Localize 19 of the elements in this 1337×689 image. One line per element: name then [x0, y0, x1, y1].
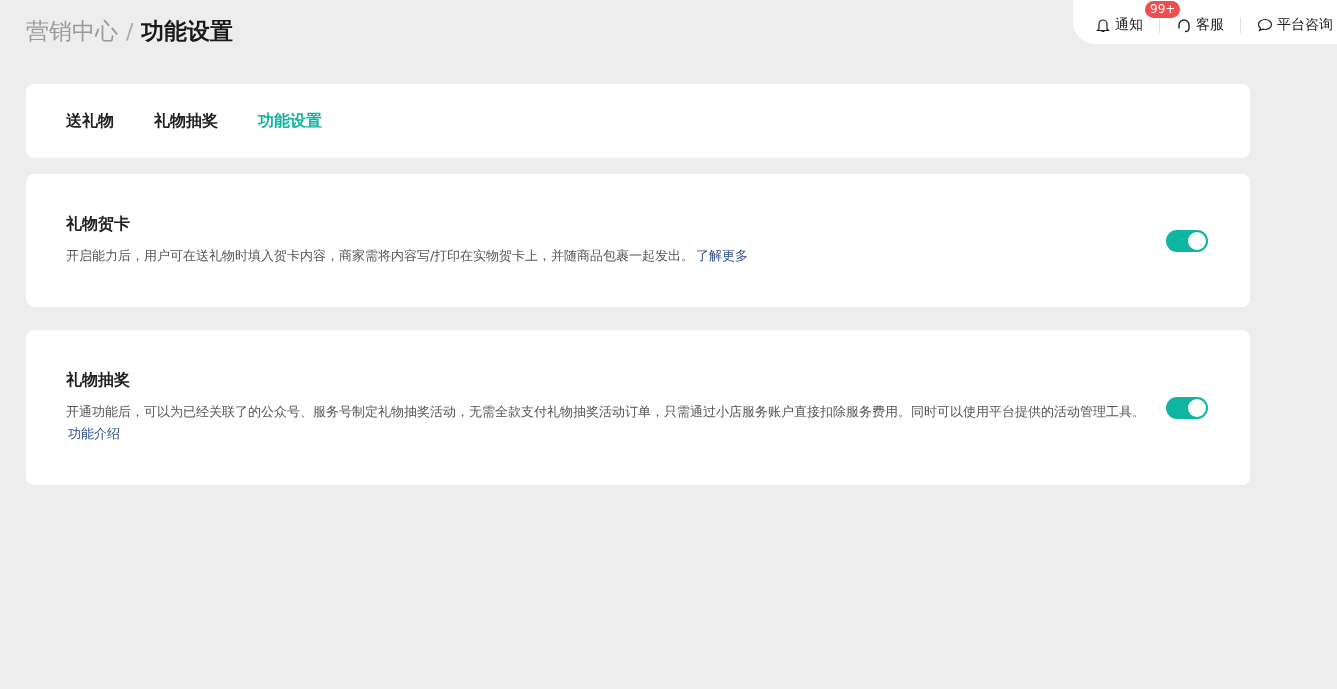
tab[interactable]: 送礼物	[66, 110, 114, 132]
page-title: 功能设置	[141, 17, 234, 46]
toggle-switch[interactable]	[1166, 229, 1208, 252]
tab[interactable]: 礼物抽奖	[154, 110, 218, 132]
setting-title: 礼物抽奖	[66, 370, 131, 391]
notification-count: 99+	[1145, 1, 1181, 18]
bell-icon	[1095, 17, 1111, 33]
header-action-notifications[interactable]: 通知	[1095, 16, 1143, 34]
toggle-switch[interactable]	[1166, 396, 1208, 419]
setting-description: 开通功能后，可以为已经关联了的公众号、服务号制定礼物抽奖活动，无需全款支付礼物抽奖活动订单，只需通过小店服务账户直接扣除服务费用。同时可以使用平台提供的活动管理工具。 功能介绍	[66, 403, 1146, 443]
link[interactable]: 功能介绍	[68, 426, 120, 441]
headset-icon	[1176, 17, 1192, 33]
header-action-customer-service[interactable]: 客服	[1176, 16, 1224, 34]
speech-bubble-icon	[1257, 17, 1273, 33]
setting-description: 开启能力后，用户可在送礼物时填入贺卡内容，商家需将内容写/打印在实物贺卡上，并随商品包裹一起发出。了解更多	[66, 247, 750, 265]
link[interactable]: 了解更多	[696, 248, 749, 263]
setting-title: 礼物贺卡	[66, 214, 131, 235]
header-action-consult[interactable]: 平台咨询	[1257, 16, 1333, 34]
breadcrumb-separator: /	[126, 19, 134, 44]
